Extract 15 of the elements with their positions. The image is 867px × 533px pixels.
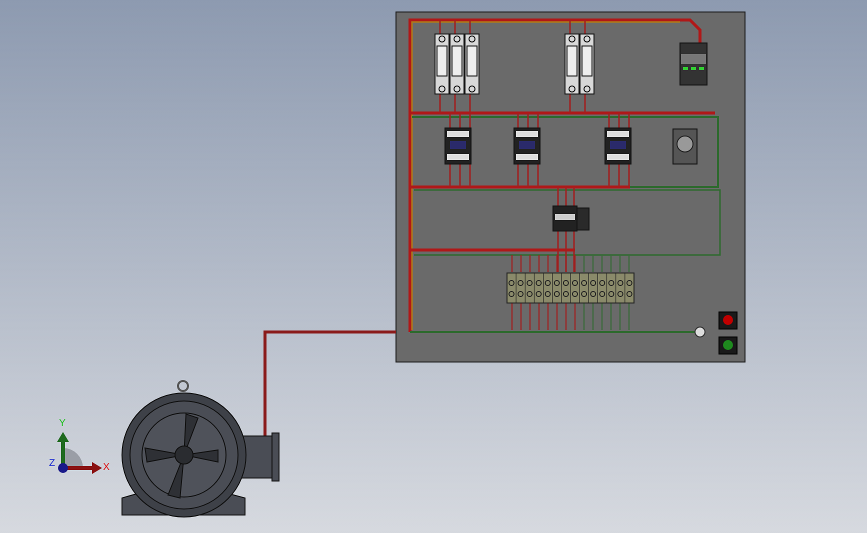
contactor [604, 128, 632, 164]
circuit-breaker-drawing [450, 34, 464, 94]
axis-label: X [103, 462, 110, 473]
circuit-breaker-drawing [464, 34, 480, 94]
contactor [444, 128, 472, 164]
overload-relay-drawing [552, 206, 590, 232]
axis-label: Z [49, 458, 56, 469]
circuit-breaker-drawing [564, 34, 580, 94]
contactor [514, 128, 540, 164]
circuit-breaker-drawing [580, 34, 594, 94]
motor-starter-drawing [680, 42, 708, 86]
circuit-breaker-drawing [434, 34, 450, 94]
axis-triad-drawing [57, 432, 102, 474]
axis-label: Y [59, 418, 66, 429]
timer-relay-drawing [672, 128, 698, 164]
